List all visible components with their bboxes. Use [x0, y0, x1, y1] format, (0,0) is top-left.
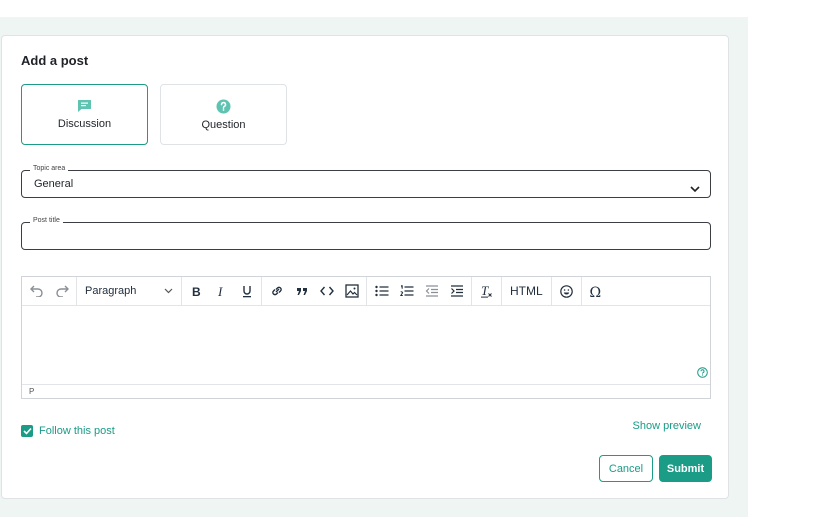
undo-icon[interactable] [24, 277, 49, 305]
redo-icon[interactable] [49, 277, 74, 305]
topic-area-select[interactable]: Topic area General [21, 163, 711, 198]
question-label: Question [201, 118, 246, 131]
svg-text:I: I [217, 285, 223, 298]
chat-bubble-icon [77, 99, 92, 113]
blockquote-icon[interactable] [289, 277, 314, 305]
chevron-down-icon [690, 180, 700, 198]
question-type-button[interactable]: Question [160, 84, 287, 145]
post-title-input[interactable]: Post title [21, 215, 711, 250]
add-post-card: Add a post Discussion Question Topic are… [1, 35, 729, 499]
post-title-label: Post title [30, 215, 63, 227]
discussion-type-button[interactable]: Discussion [21, 84, 148, 145]
outdent-icon[interactable] [419, 277, 444, 305]
bold-icon[interactable]: B [184, 277, 209, 305]
clear-formatting-icon[interactable]: T [474, 277, 499, 305]
form-title: Add a post [21, 53, 89, 68]
chevron-down-icon [164, 288, 173, 294]
editor-toolbar: Paragraph B I T HTML Ω [22, 277, 710, 306]
link-icon[interactable] [264, 277, 289, 305]
editor-statusbar: P [22, 384, 710, 398]
history-group [22, 277, 77, 305]
image-icon[interactable] [339, 277, 364, 305]
svg-text:T: T [481, 284, 489, 298]
question-circle-icon [216, 99, 231, 114]
underline-icon[interactable] [234, 277, 259, 305]
rich-text-editor: Paragraph B I T HTML Ω P [21, 276, 711, 399]
block-format-select[interactable]: Paragraph [79, 277, 179, 305]
code-icon[interactable] [314, 277, 339, 305]
topic-area-label: Topic area [30, 163, 69, 175]
svg-text:B: B [192, 285, 201, 298]
show-preview-link[interactable]: Show preview [633, 420, 701, 432]
insert-group [262, 277, 367, 305]
html-group: HTML [502, 277, 552, 305]
topic-area-value: General [34, 178, 74, 190]
clear-group: T [472, 277, 502, 305]
emoji-group [552, 277, 582, 305]
help-icon[interactable] [697, 365, 708, 383]
bullet-list-icon[interactable] [369, 277, 394, 305]
cancel-button[interactable]: Cancel [599, 455, 653, 482]
svg-text:Ω: Ω [590, 285, 602, 298]
list-group [367, 277, 472, 305]
submit-button[interactable]: Submit [659, 455, 712, 482]
element-path[interactable]: P [29, 387, 34, 396]
indent-icon[interactable] [444, 277, 469, 305]
emoji-icon[interactable] [554, 277, 579, 305]
block-format-group: Paragraph [77, 277, 182, 305]
editor-content-area[interactable] [22, 305, 710, 384]
html-source-button[interactable]: HTML [504, 277, 549, 305]
discussion-label: Discussion [57, 118, 112, 130]
text-style-group: B I [182, 277, 262, 305]
checkbox-checked-icon[interactable] [21, 425, 33, 437]
special-char-group: Ω [582, 277, 611, 305]
italic-icon[interactable]: I [209, 277, 234, 305]
numbered-list-icon[interactable] [394, 277, 419, 305]
follow-post-checkbox[interactable]: Follow this post [21, 425, 115, 437]
follow-post-label: Follow this post [39, 425, 115, 437]
block-format-value: Paragraph [85, 285, 137, 297]
special-character-icon[interactable]: Ω [584, 277, 609, 305]
